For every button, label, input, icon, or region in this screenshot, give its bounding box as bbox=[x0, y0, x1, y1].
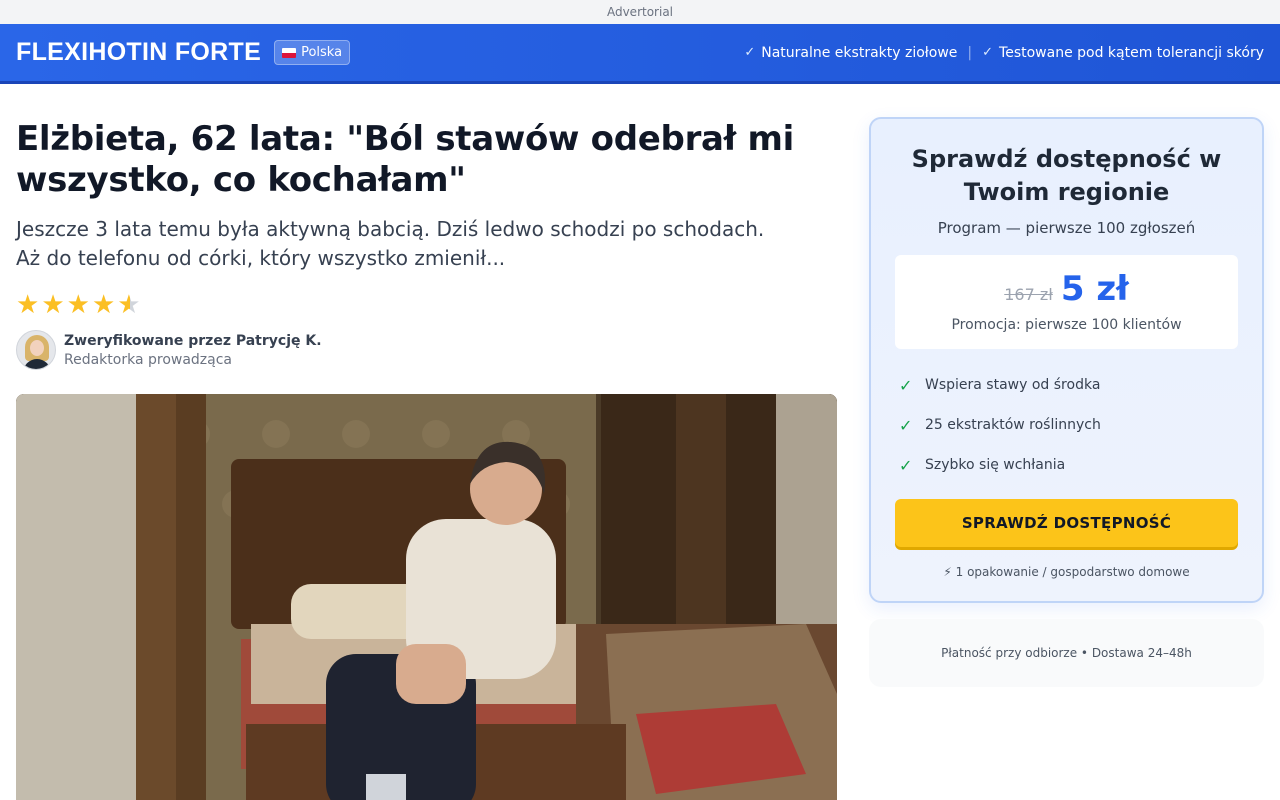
article-hero-image bbox=[16, 394, 837, 800]
benefit-item: ✓ 25 ekstraktów roślinnych bbox=[895, 405, 1238, 445]
site-header: FLEXIHOTIN FORTE Polska ✓ Naturalne ekst… bbox=[0, 24, 1280, 84]
article-headline: Elżbieta, 62 lata: "Ból stawów odebrał m… bbox=[16, 119, 795, 200]
check-icon: ✓ bbox=[899, 375, 913, 395]
star-icon: ★ bbox=[16, 290, 40, 320]
author-byline: Zweryfikowane przez Patrycję K. Redaktor… bbox=[16, 330, 837, 370]
check-icon: ✓ bbox=[899, 415, 913, 435]
badge-separator: | bbox=[967, 44, 973, 61]
trust-badge-label: Testowane pod kątem tolerancji skóry bbox=[999, 44, 1264, 61]
new-price: 5 zł bbox=[1060, 269, 1129, 309]
lead-line: Aż do telefonu od córki, który wszystko … bbox=[16, 246, 506, 270]
cta-note: ⚡ 1 opakowanie / gospodarstwo domowe bbox=[943, 565, 1190, 579]
trust-badges: ✓ Naturalne ekstrakty ziołowe | ✓ Testow… bbox=[744, 45, 1264, 61]
check-icon: ✓ bbox=[982, 45, 994, 60]
main-content: Elżbieta, 62 lata: "Ból stawów odebrał m… bbox=[0, 84, 1280, 800]
offer-subtitle: Program — pierwsze 100 zgłoszeń bbox=[937, 219, 1196, 237]
trust-badge-label: Naturalne ekstrakty ziołowe bbox=[761, 44, 958, 61]
benefit-label: 25 ekstraktów roślinnych bbox=[925, 417, 1101, 433]
benefit-list: ✓ Wspiera stawy od środka ✓ 25 ekstraktó… bbox=[895, 365, 1238, 485]
half-star-icon: ★ bbox=[117, 290, 141, 320]
woman-on-bed-illustration bbox=[16, 394, 837, 800]
benefit-item: ✓ Wspiera stawy od środka bbox=[895, 365, 1238, 405]
price-box: 167 zł 5 zł Promocja: pierwsze 100 klien… bbox=[895, 255, 1238, 349]
star-rating: ★ ★ ★ ★ ★ bbox=[16, 292, 837, 318]
region-badge: Polska bbox=[274, 40, 351, 65]
region-label: Polska bbox=[301, 45, 343, 60]
avatar bbox=[16, 330, 56, 370]
benefit-item: ✓ Szybko się wchłania bbox=[895, 445, 1238, 485]
price-row: 167 zł 5 zł bbox=[895, 269, 1238, 309]
star-icon: ★ bbox=[91, 290, 116, 320]
poland-flag-icon bbox=[282, 47, 297, 58]
author-role: Redaktorka prowadząca bbox=[64, 351, 233, 368]
promo-text: Promocja: pierwsze 100 klientów bbox=[951, 317, 1182, 333]
benefit-label: Szybko się wchłania bbox=[925, 457, 1066, 473]
check-icon: ✓ bbox=[744, 45, 756, 60]
author-name: Zweryfikowane przez Patrycję K. bbox=[64, 332, 322, 349]
offer-sidebar: Sprawdź dostępność w Twoim regionie Prog… bbox=[869, 84, 1264, 800]
offer-title: Sprawdź dostępność w Twoim regionie bbox=[911, 145, 1222, 206]
trust-badge: ✓ Naturalne ekstrakty ziołowe bbox=[744, 45, 957, 61]
star-icon: ★ bbox=[41, 290, 65, 320]
check-availability-button[interactable]: SPRAWDŹ DOSTĘPNOŚĆ bbox=[895, 499, 1238, 547]
advertorial-label: Advertorial bbox=[0, 0, 1280, 24]
trust-badge: ✓ Testowane pod kątem tolerancji skóry bbox=[982, 45, 1264, 61]
author-info: Zweryfikowane przez Patrycję K. Redaktor… bbox=[64, 333, 322, 368]
lead-line: Jeszcze 3 lata temu była aktywną babcią.… bbox=[16, 217, 765, 241]
old-price: 167 zł bbox=[1004, 285, 1053, 304]
payment-info: Płatność przy odbiorze • Dostawa 24–48h bbox=[869, 619, 1264, 687]
brand-logo[interactable]: FLEXIHOTIN FORTE bbox=[16, 38, 261, 67]
check-icon: ✓ bbox=[899, 455, 913, 475]
article: Elżbieta, 62 lata: "Ból stawów odebrał m… bbox=[16, 84, 837, 800]
offer-card: Sprawdź dostępność w Twoim regionie Prog… bbox=[869, 117, 1264, 603]
article-lead: Jeszcze 3 lata temu była aktywną babcią.… bbox=[16, 215, 837, 273]
benefit-label: Wspiera stawy od środka bbox=[925, 377, 1101, 393]
star-icon: ★ bbox=[66, 290, 90, 320]
